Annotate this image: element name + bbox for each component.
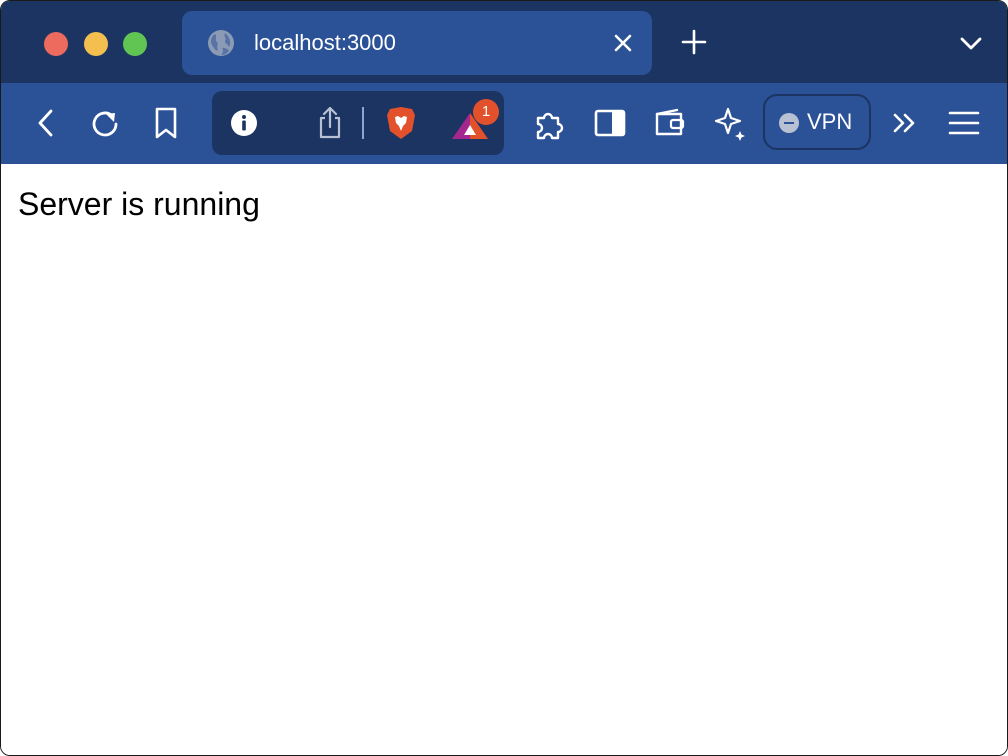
leo-ai-icon[interactable] <box>713 105 747 141</box>
close-window-button[interactable] <box>44 32 68 56</box>
extensions-icon[interactable] <box>533 107 567 141</box>
chevron-down-icon[interactable] <box>957 29 985 57</box>
maximize-window-button[interactable] <box>123 32 147 56</box>
info-icon[interactable] <box>230 109 258 137</box>
minimize-window-button[interactable] <box>84 32 108 56</box>
vpn-button[interactable]: VPN <box>763 94 871 150</box>
server-status-text: Server is running <box>18 186 260 222</box>
chevrons-right-icon[interactable] <box>891 111 919 135</box>
tab-title: localhost:3000 <box>254 30 396 55</box>
reload-icon[interactable] <box>89 107 123 141</box>
sidebar-icon[interactable] <box>594 109 626 137</box>
new-tab-icon[interactable] <box>679 27 709 57</box>
browser-window: localhost:3000 1 VPN Server is running <box>0 0 1008 756</box>
vpn-label: VPN <box>807 109 853 134</box>
share-icon[interactable] <box>316 105 344 141</box>
tab-localhost[interactable]: localhost:3000 <box>182 11 652 75</box>
tab-strip: localhost:3000 <box>1 1 1007 83</box>
wallet-icon[interactable] <box>653 108 687 138</box>
vpn-status-icon <box>779 113 799 133</box>
brave-shields-icon[interactable] <box>385 105 417 141</box>
back-icon[interactable] <box>33 107 59 139</box>
menu-icon[interactable] <box>947 109 981 137</box>
close-tab-icon[interactable] <box>612 32 634 54</box>
address-bar-divider <box>362 107 364 139</box>
globe-icon <box>208 30 234 56</box>
toolbar: 1 VPN <box>1 83 1007 164</box>
address-bar[interactable]: 1 <box>212 91 504 155</box>
rewards-badge: 1 <box>473 99 499 125</box>
bookmark-icon[interactable] <box>153 106 179 140</box>
page-content: Server is running <box>1 164 1007 755</box>
